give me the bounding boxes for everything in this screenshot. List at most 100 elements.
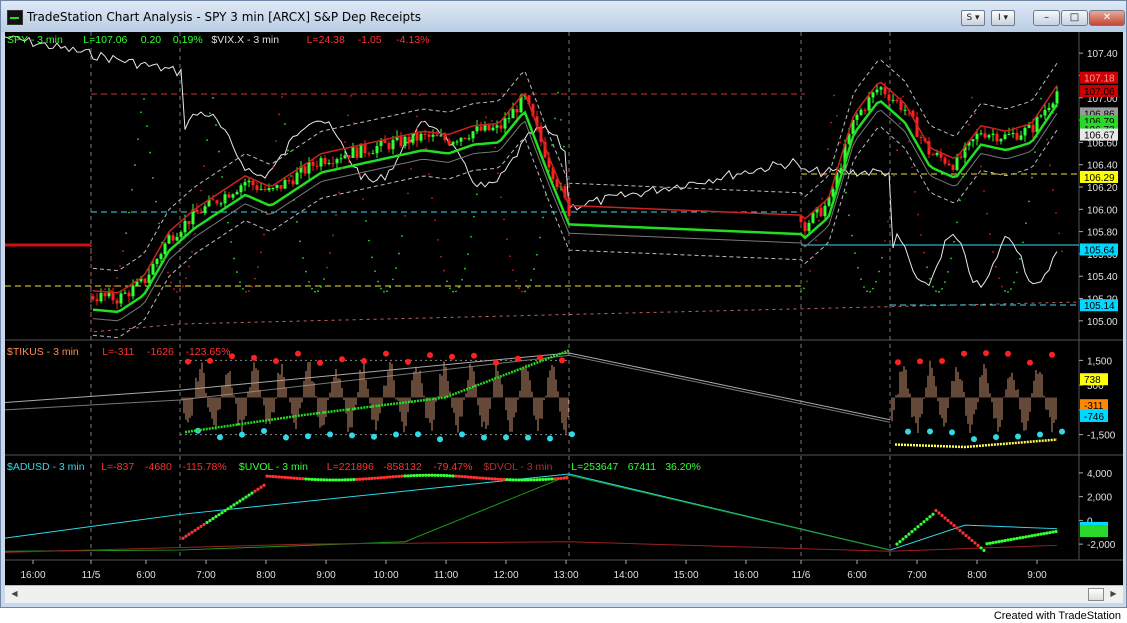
scroll-left-icon[interactable]: ◀ [7,587,22,601]
indicator-dot [416,115,418,118]
indicator-dot [479,169,481,171]
close-button[interactable]: ✕ [1089,10,1125,26]
tick-low-dot [217,434,223,441]
uvol-dot [406,474,410,478]
uvol-dot [331,478,335,482]
tick-trend-line [184,349,570,434]
indicator-dot [1013,281,1015,284]
uvol-dot [232,503,236,507]
indicator-dot [974,112,976,115]
uvol-dot [505,478,509,482]
candle-body [359,143,363,158]
tick-price-marker: -746 [1080,409,1108,423]
indicator-dot [962,175,964,178]
time-tick-label: 15:00 [673,570,698,581]
indicator-dot [977,139,979,142]
indicator-dot [269,190,271,193]
candle-body [479,126,483,131]
candle-body [807,222,811,232]
candle-body [859,109,863,116]
indicator-dot [464,267,466,270]
uvol-dot [226,507,230,511]
indicator-dot [419,93,421,96]
time-tick-label: 13:00 [553,570,578,581]
indicator-dot [233,257,235,260]
tikus-legend-text: $TIKUS - 3 min [7,346,79,358]
candle-body [1035,116,1039,133]
uvol-dot [553,477,557,481]
indicator-dot [203,165,205,167]
scroll-right-icon[interactable]: ▶ [1106,587,1121,601]
uvol-dot [1033,533,1037,537]
tick-low-dot [327,431,333,438]
candle-body [471,131,475,139]
uvol-dot [343,478,347,482]
breadth-legend-text: -79.47% [433,461,472,473]
uvol-dot [313,477,317,482]
minimize-button[interactable]: – [1033,10,1060,26]
tick-low-dot [481,434,487,441]
uvol-dot [259,485,263,489]
title-bar[interactable]: TradeStation Chart Analysis - SPY 3 min … [1,1,1126,32]
candle-body [275,184,279,188]
candle-body [343,155,347,159]
candle-body [231,194,235,198]
time-tick-label: 6:00 [136,570,156,581]
chart-canvas[interactable]: 16:00 11/5 6:00 7:00 8:00 9:00 10:00 11:00 12:00… [5,32,1123,585]
indicator-dot [503,218,505,221]
breadth-dot-group [181,473,1058,553]
uvol-dot [277,475,281,479]
time-tick-label: 16:00 [20,570,45,581]
tick-high-dot [961,350,967,357]
layout-button[interactable]: I ▾ [991,10,1015,26]
uvol-dot [349,478,353,482]
candle-body [155,259,159,265]
scroll-thumb[interactable] [1088,588,1104,601]
candle-body [243,182,247,186]
horizontal-scrollbar[interactable]: ◀ ▶ [5,585,1123,603]
indicator-dot [950,257,952,260]
uvol-dot [985,542,989,546]
uvol-dot [946,518,950,523]
spy-legend-text: -1.05 [358,34,382,46]
maximize-icon: □ [1069,12,1080,23]
tick-high-dot [1027,359,1033,366]
candle-body [895,99,899,101]
uvol-dot [523,478,527,482]
uvol-dot [319,478,323,482]
indicator-dot [230,241,232,243]
uvol-dot [439,473,443,478]
candle-body [199,212,203,214]
indicator-dot [314,290,316,293]
tikus-legend-text: L=-311 [102,346,134,358]
candle-body [271,187,275,189]
maximize-button[interactable]: □ [1061,10,1088,26]
candle-body [131,285,135,297]
indicator-dot [1046,138,1048,141]
uvol-dot [430,473,434,477]
uvol-dot [304,477,308,481]
uvol-dot [556,476,560,481]
uvol-dot [931,512,935,516]
candle-body [875,89,879,93]
tick-marker-label: 738 [1084,375,1101,386]
indicator-dot [932,285,934,288]
tick-high-dot [273,358,279,365]
uvol-dot [496,477,500,481]
uvol-dot [457,474,461,478]
uvol-dot [373,476,377,480]
uvol-dot [952,523,956,528]
candle-body [123,292,127,294]
chart-area[interactable]: 16:00 11/5 6:00 7:00 8:00 9:00 10:00 11:00 12:00… [5,32,1123,585]
tick-low-dot [239,431,245,438]
candle-body [95,299,99,302]
indicator-dot [353,122,355,124]
uvol-dot [538,478,542,482]
uvol-dot [547,477,551,481]
candle-body [119,293,123,304]
symbol-link-button[interactable]: S ▾ [961,10,985,26]
uvol-dot [988,541,992,545]
uvol-dot [298,476,302,481]
indicator-dot [926,266,928,269]
indicator-dot [953,240,955,243]
